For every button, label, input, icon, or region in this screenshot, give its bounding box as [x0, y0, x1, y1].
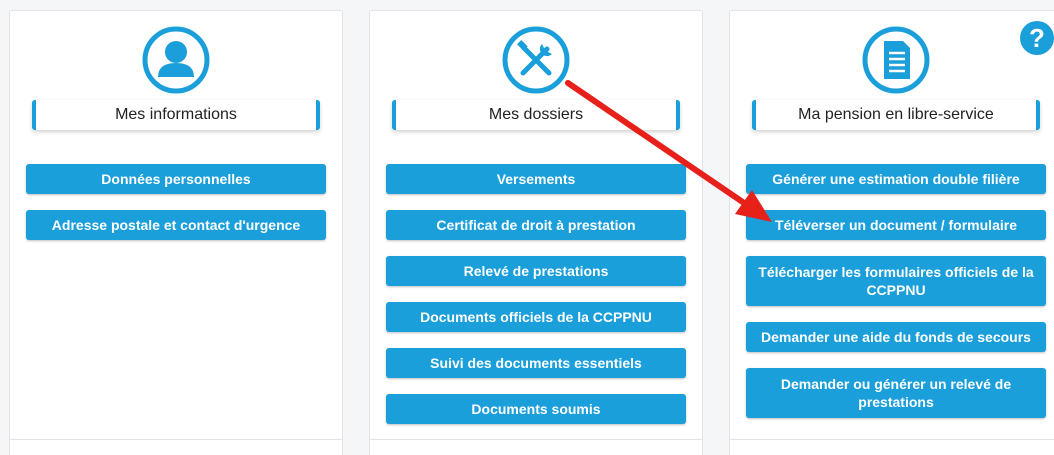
- donnees-personnelles-button[interactable]: Données personnelles: [26, 164, 326, 194]
- panel-divider: [10, 439, 342, 440]
- panel-title-mes-dossiers: Mes dossiers: [392, 100, 680, 130]
- panel-divider: [730, 439, 1054, 440]
- panel-divider: [370, 439, 702, 440]
- demander-releve-button[interactable]: Demander ou générer un relevé de prestat…: [746, 368, 1046, 418]
- telecharger-formulaires-button[interactable]: Télécharger les formulaires officiels de…: [746, 256, 1046, 306]
- panel-mes-dossiers: Mes dossiers Versements Certificat de dr…: [369, 10, 703, 455]
- adresse-postale-button[interactable]: Adresse postale et contact d'urgence: [26, 210, 326, 240]
- versements-button[interactable]: Versements: [386, 164, 686, 194]
- generer-estimation-button[interactable]: Générer une estimation double filière: [746, 164, 1046, 194]
- panel-ma-pension: Ma pension en libre-service Générer une …: [729, 10, 1054, 455]
- user-icon: [142, 26, 210, 94]
- televerser-document-button[interactable]: Téléverser un document / formulaire: [746, 210, 1046, 240]
- panel-mes-informations: Mes informations Données personnelles Ad…: [9, 10, 343, 455]
- panel-title-ma-pension: Ma pension en libre-service: [752, 100, 1040, 130]
- releve-prestations-button[interactable]: Relevé de prestations: [386, 256, 686, 286]
- tools-icon: [502, 26, 570, 94]
- certificat-droit-button[interactable]: Certificat de droit à prestation: [386, 210, 686, 240]
- dashboard: Mes informations Données personnelles Ad…: [0, 0, 1054, 455]
- help-icon[interactable]: ?: [1020, 21, 1054, 55]
- demander-aide-button[interactable]: Demander une aide du fonds de secours: [746, 322, 1046, 352]
- suivi-documents-button[interactable]: Suivi des documents essentiels: [386, 348, 686, 378]
- panel-title-mes-informations: Mes informations: [32, 100, 320, 130]
- documents-officiels-button[interactable]: Documents officiels de la CCPPNU: [386, 302, 686, 332]
- documents-soumis-button[interactable]: Documents soumis: [386, 394, 686, 424]
- document-icon: [862, 26, 930, 94]
